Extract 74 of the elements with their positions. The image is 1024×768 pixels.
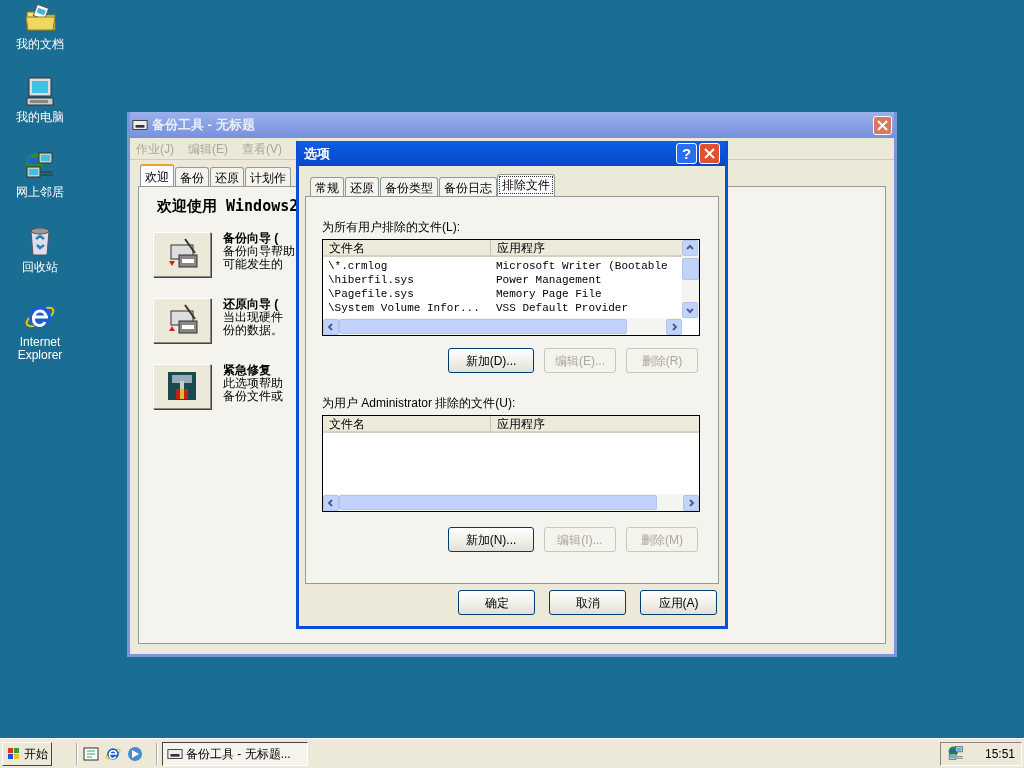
tab[interactable]: 备份 bbox=[175, 167, 209, 186]
desktop-icon-label: 我的文档 bbox=[15, 38, 65, 51]
welcome-heading: 欢迎使用 Windows2 bbox=[157, 196, 300, 217]
scroll-arrow-button[interactable] bbox=[323, 494, 339, 511]
wizard-title[interactable]: 备份向导 ( bbox=[223, 231, 295, 245]
tape-drive-icon[interactable] bbox=[132, 117, 148, 133]
windows-flag-icon bbox=[6, 745, 22, 762]
column-header[interactable]: 文件名 bbox=[323, 240, 491, 255]
wizard-description: 备份文件或 bbox=[223, 389, 283, 403]
play-icon[interactable] bbox=[126, 744, 144, 763]
wizard-description: 备份向导帮助 bbox=[223, 244, 295, 258]
vertical-scrollbar[interactable] bbox=[682, 240, 699, 318]
notepad-icon[interactable] bbox=[82, 744, 100, 763]
scroll-arrow-button[interactable] bbox=[682, 240, 698, 256]
wizard-title[interactable]: 还原向导 ( bbox=[223, 297, 283, 311]
close-icon bbox=[877, 119, 888, 131]
horizontal-scrollbar[interactable] bbox=[323, 494, 699, 511]
list-label: 为用户 Administrator 排除的文件(U): bbox=[322, 395, 517, 411]
horizontal-scrollbar[interactable] bbox=[323, 318, 682, 335]
table-cell-text: Memory Page File bbox=[495, 287, 603, 301]
close-icon bbox=[704, 148, 715, 159]
wizard-description: 当出现硬件 bbox=[223, 310, 283, 324]
tab[interactable]: 排除文件 bbox=[497, 174, 555, 196]
desktop-icon-label: Internet Explorer bbox=[16, 336, 64, 362]
wizard-button[interactable] bbox=[153, 297, 211, 343]
scroll-thumb[interactable] bbox=[682, 258, 699, 280]
dialog-button[interactable]: 应用(A) bbox=[640, 590, 717, 615]
scroll-arrow-button[interactable] bbox=[666, 318, 682, 335]
dialog-button[interactable]: 新加(N)... bbox=[448, 527, 534, 552]
table-cell-text: VSS Default Provider bbox=[495, 301, 630, 315]
dialog-button[interactable]: 取消 bbox=[549, 590, 626, 615]
table-cell-text: \Pagefile.sys bbox=[327, 287, 415, 301]
dialog-title: 选项 bbox=[304, 144, 330, 163]
scroll-thumb[interactable] bbox=[339, 495, 657, 510]
scroll-arrow-button[interactable] bbox=[682, 302, 698, 318]
wizard-button[interactable] bbox=[153, 231, 211, 277]
wizard-title[interactable]: 紧急修复 bbox=[223, 363, 283, 377]
wizard-button[interactable] bbox=[153, 363, 211, 409]
scroll-arrow-button[interactable] bbox=[683, 494, 699, 511]
list-label: 为所有用户排除的文件(L): bbox=[322, 219, 461, 235]
column-header[interactable]: 文件名 bbox=[323, 416, 491, 431]
wizard-description: 此选项帮助 bbox=[223, 376, 283, 390]
wizard-description: 可能发生的 bbox=[223, 257, 283, 271]
tab[interactable]: 欢迎 bbox=[140, 164, 174, 186]
column-header[interactable]: 应用程序 bbox=[491, 416, 699, 431]
table-cell-text: \hiberfil.sys bbox=[327, 273, 415, 287]
desktop-icon-label: 回收站 bbox=[21, 261, 59, 274]
tab[interactable]: 备份日志 bbox=[439, 177, 497, 196]
wizard-description: 份的数据。 bbox=[223, 323, 283, 337]
clock: 15:51 bbox=[984, 745, 1015, 763]
table-cell-text: Power Management bbox=[495, 273, 603, 287]
start-button[interactable]: 开始 bbox=[2, 741, 52, 766]
desktop-icon-label: 网上邻居 bbox=[15, 186, 65, 199]
tab[interactable]: 常规 bbox=[310, 177, 344, 196]
scroll-thumb[interactable] bbox=[339, 319, 627, 334]
close-button[interactable] bbox=[873, 115, 892, 135]
tab[interactable]: 备份类型 bbox=[380, 177, 438, 196]
window-title: 备份工具 - 无标题 bbox=[152, 116, 255, 135]
computer-icon[interactable] bbox=[23, 75, 57, 109]
dialog-button[interactable]: 新加(D)... bbox=[448, 348, 534, 373]
help-button[interactable]: ? bbox=[676, 143, 697, 164]
tab[interactable]: 还原 bbox=[345, 177, 379, 196]
desktop-icon-label: 我的电脑 bbox=[15, 111, 65, 124]
network-computers-icon[interactable] bbox=[947, 744, 965, 763]
table-cell-text: Microsoft Writer (Bootable bbox=[495, 259, 669, 273]
close-button[interactable] bbox=[699, 143, 720, 164]
table-cell-text: \*.crmlog bbox=[327, 259, 389, 273]
tab[interactable]: 还原 bbox=[210, 167, 244, 186]
dialog-button[interactable]: 确定 bbox=[458, 590, 535, 615]
column-header[interactable]: 应用程序 bbox=[491, 240, 682, 255]
tab[interactable]: 计划作 bbox=[245, 167, 291, 186]
taskbar-button[interactable]: 备份工具 - 无标题... bbox=[162, 741, 308, 766]
table-cell-text: \System Volume Infor... bbox=[327, 301, 481, 315]
scroll-arrow-button[interactable] bbox=[323, 318, 339, 335]
